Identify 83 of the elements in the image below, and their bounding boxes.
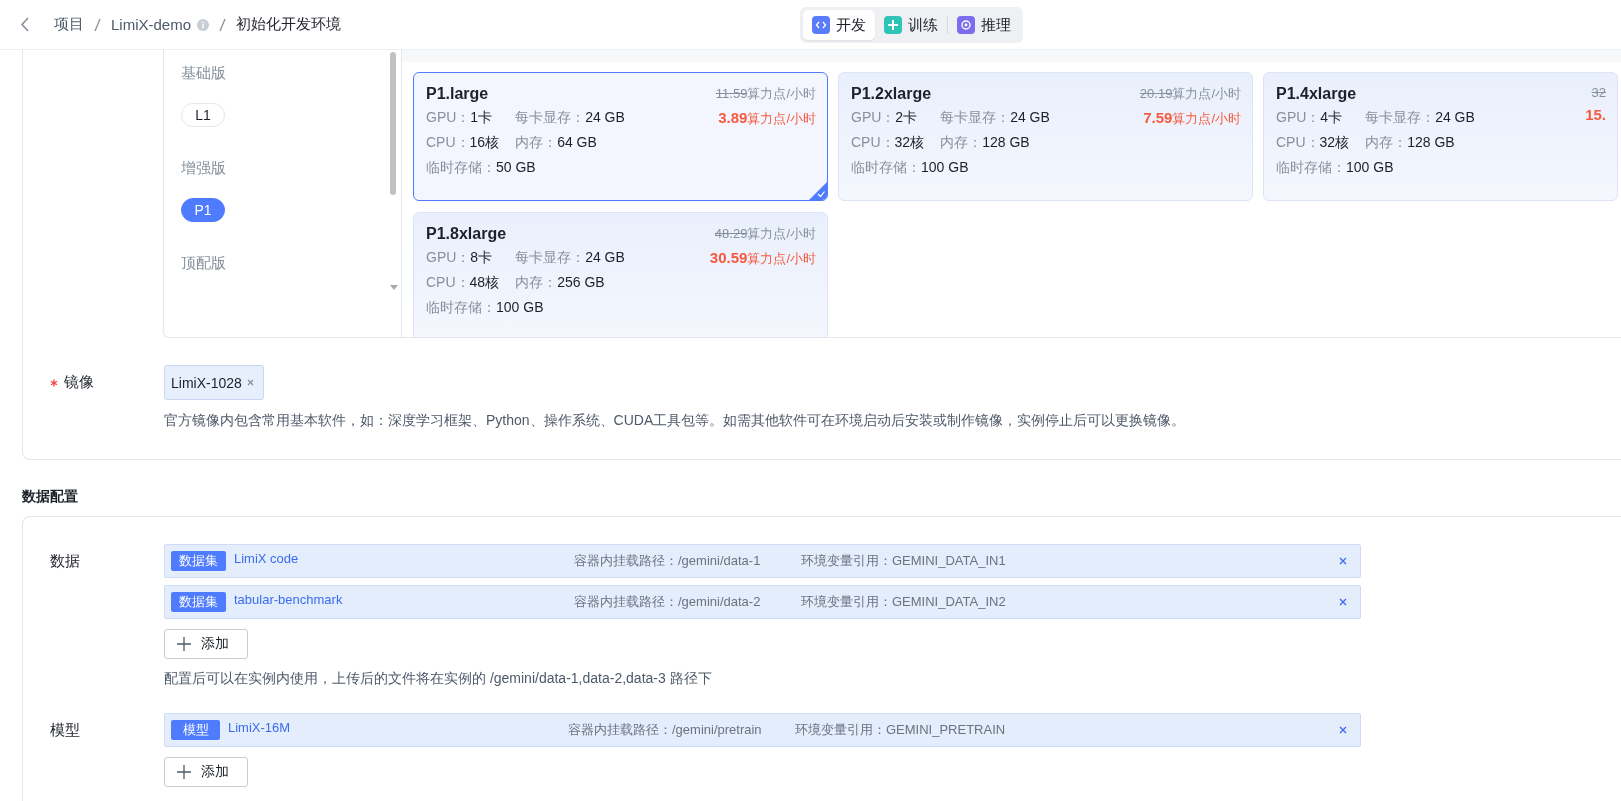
- mode-tab[interactable]: 训练: [875, 10, 947, 40]
- discount-price: 30.59算力点/小时: [709, 249, 816, 268]
- add-button[interactable]: 添加: [164, 757, 248, 787]
- help-text: 配置后可以在实例内使用，上传后的文件将在实例的 /gemini/data-1,data-2,data-3 路径下: [164, 670, 713, 688]
- spec-text: GPU：4卡: [1276, 109, 1344, 127]
- env-variable: 环境变量引用：GEMINI_DATA_IN2: [801, 593, 1007, 611]
- field-label: 数据: [49, 551, 81, 571]
- spec-text: CPU：32核: [851, 134, 925, 152]
- add-button[interactable]: 添加: [164, 629, 248, 659]
- spec-text: 临时存储：50 GB: [426, 159, 537, 177]
- list-price: 48.29算力点/小时: [714, 225, 816, 243]
- plan-name: P1.2xlarge: [851, 85, 933, 103]
- tier-option[interactable]: L1: [181, 103, 225, 127]
- env-variable: 环境变量引用：GEMINI_DATA_IN1: [801, 552, 1007, 570]
- resource-link[interactable]: tabular-benchmark: [234, 591, 574, 607]
- scrollbar-thumb[interactable]: [390, 52, 396, 195]
- spec-text: 内存：128 GB: [1365, 134, 1456, 152]
- list-price: 20.19算力点/小时: [1139, 85, 1241, 103]
- close-icon: [245, 378, 255, 387]
- spec-text: GPU：2卡: [851, 109, 919, 127]
- discount-price: 15.: [1585, 106, 1606, 123]
- scroll-down-icon: [390, 285, 398, 290]
- resource-link[interactable]: LimiX code: [234, 550, 574, 566]
- spec-text: CPU：16核: [426, 134, 500, 152]
- tier-option[interactable]: P1: [181, 198, 225, 222]
- env-variable: 环境变量引用：GEMINI_PRETRAIN: [795, 721, 1007, 739]
- close-icon[interactable]: [1338, 597, 1348, 607]
- help-text: 官方镜像内包含常用基本软件，如：深度学习框架、Python、操作系统、CUDA工具包等。如需其他软件可在环境启动后安装或制作镜像，实例停止后可以更换镜像。: [164, 412, 1187, 430]
- spec-text: CPU：32核: [1276, 134, 1350, 152]
- discount-price: 7.59算力点/小时: [1143, 109, 1241, 128]
- spec-text: GPU：8卡: [426, 249, 494, 267]
- field-label: 模型: [49, 720, 81, 740]
- plan-card[interactable]: P1.8xlarge GPU：8卡 每卡显存：24 GB CPU：48核 内存：256 GB 临时存储：100 GB 48.29算力点/小时 30.59算力点/小时: [413, 212, 828, 337]
- breadcrumb-link[interactable]: 项目: [54, 15, 84, 34]
- plus-icon: [177, 637, 191, 651]
- back-icon[interactable]: [20, 17, 30, 32]
- list-price: 32: [1591, 85, 1606, 100]
- spec-text: 临时存储：100 GB: [851, 159, 970, 177]
- tier-heading: 增强版: [181, 159, 227, 178]
- close-icon[interactable]: [1338, 556, 1348, 566]
- image-tag[interactable]: LimiX-1028: [164, 365, 264, 400]
- breadcrumb-current: 初始化开发环境: [236, 15, 342, 34]
- target-icon: [957, 16, 975, 34]
- resource-link[interactable]: LimiX-16M: [228, 719, 568, 735]
- tier-heading: 基础版: [181, 64, 227, 83]
- discount-price: 3.89算力点/小时: [718, 109, 816, 128]
- spec-text: CPU：48核: [426, 274, 500, 292]
- plan-name: P1.4xlarge: [1276, 85, 1358, 103]
- plan-name: P1.8xlarge: [426, 225, 508, 243]
- mode-tab[interactable]: 开发: [803, 10, 875, 40]
- list-price: 11.59算力点/小时: [715, 85, 816, 103]
- plan-name: P1.large: [426, 85, 490, 103]
- spec-text: 每卡显存：24 GB: [515, 249, 625, 267]
- mount-path: 容器内挂载路径：/gemini/data-1: [574, 552, 762, 570]
- mount-path: 容器内挂载路径：/gemini/pretrain: [568, 721, 763, 739]
- section-title: 数据配置: [22, 488, 79, 506]
- tier-heading: 顶配版: [181, 254, 227, 273]
- close-icon[interactable]: [1338, 725, 1348, 735]
- spec-text: 每卡显存：24 GB: [940, 109, 1050, 127]
- mode-tab[interactable]: 推理: [948, 10, 1020, 40]
- check-corner-icon: [809, 182, 827, 200]
- spec-text: 临时存储：100 GB: [1276, 159, 1395, 177]
- spec-text: 临时存储：100 GB: [426, 299, 545, 317]
- spec-text: 内存：256 GB: [515, 274, 606, 292]
- spec-text: 内存：128 GB: [940, 134, 1031, 152]
- field-label: 镜像: [64, 373, 94, 392]
- spec-text: 内存：64 GB: [515, 134, 598, 152]
- type-badge: 数据集: [171, 592, 226, 612]
- spec-text: 每卡显存：24 GB: [1365, 109, 1475, 127]
- spec-text: 每卡显存：24 GB: [515, 109, 625, 127]
- type-badge: 模型: [171, 720, 220, 740]
- plan-card[interactable]: P1.large GPU：1卡 每卡显存：24 GB CPU：16核 内存：64 GB 临时存储：50 GB 11.59算力点/小时 3.89算力点/小时: [413, 72, 828, 201]
- type-badge: 数据集: [171, 551, 226, 571]
- plus-icon: [177, 765, 191, 779]
- plan-card[interactable]: P1.2xlarge GPU：2卡 每卡显存：24 GB CPU：32核 内存：128 GB 临时存储：100 GB 20.19算力点/小时 7.59算力点/小时: [838, 72, 1253, 201]
- spec-text: GPU：1卡: [426, 109, 494, 127]
- mount-path: 容器内挂载路径：/gemini/data-2: [574, 593, 762, 611]
- separator-icon: [219, 17, 227, 32]
- code-icon: [812, 16, 830, 34]
- breadcrumb-link[interactable]: LimiX-demo: [111, 16, 192, 33]
- separator-icon: [94, 17, 101, 32]
- plan-card[interactable]: P1.4xlarge GPU：4卡 每卡显存：24 GB CPU：32核 内存：128 GB 临时存储：100 GB 32 15.: [1263, 72, 1618, 201]
- plus-icon: [884, 16, 902, 34]
